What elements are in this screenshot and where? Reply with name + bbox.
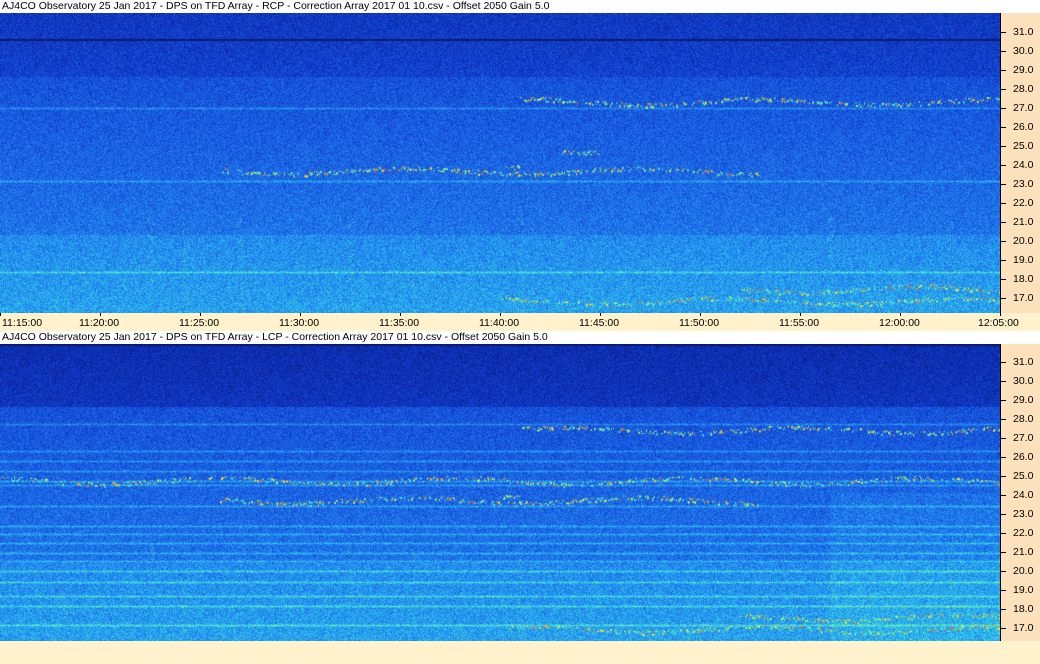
frequency-tick bbox=[1001, 609, 1006, 610]
frequency-tick bbox=[1001, 51, 1006, 52]
frequency-tick bbox=[1001, 438, 1006, 439]
frequency-tick bbox=[1001, 495, 1006, 496]
frequency-tick-label: 18.0 bbox=[1013, 603, 1034, 615]
frequency-tick bbox=[1001, 476, 1006, 477]
frequency-tick-label: 24.0 bbox=[1013, 159, 1034, 171]
frequency-tick-label: 31.0 bbox=[1013, 26, 1034, 38]
frequency-tick bbox=[1001, 279, 1006, 280]
frequency-tick bbox=[1001, 241, 1006, 242]
frequency-tick bbox=[1001, 108, 1006, 109]
frequency-tick-label: 17.0 bbox=[1013, 622, 1034, 634]
frequency-tick-label: 26.0 bbox=[1013, 121, 1034, 133]
frequency-tick-label: 29.0 bbox=[1013, 394, 1034, 406]
time-tick bbox=[800, 313, 801, 316]
rcp-spectrogram bbox=[0, 13, 1000, 313]
frequency-tick-label: 24.0 bbox=[1013, 489, 1034, 501]
frequency-tick-label: 27.0 bbox=[1013, 102, 1034, 114]
time-tick-label: 11:30:00 bbox=[279, 317, 320, 329]
time-axis: 11:15:00 11:20:00 11:25:00 11:30:00 11:35:00… bbox=[0, 313, 1040, 331]
frequency-tick-label: 25.0 bbox=[1013, 470, 1034, 482]
time-tick-label: 11:55:00 bbox=[779, 317, 820, 329]
frequency-tick-label: 27.0 bbox=[1013, 432, 1034, 444]
time-tick-label: 12:00:00 bbox=[879, 317, 920, 329]
frequency-tick-label: 26.0 bbox=[1013, 451, 1034, 463]
frequency-tick-label: 18.0 bbox=[1013, 273, 1034, 285]
frequency-tick-label: 25.0 bbox=[1013, 140, 1034, 152]
time-tick-label: 11:25:00 bbox=[179, 317, 220, 329]
time-tick bbox=[100, 313, 101, 316]
frequency-tick bbox=[1001, 457, 1006, 458]
frequency-tick bbox=[1001, 32, 1006, 33]
frequency-tick-label: 23.0 bbox=[1013, 508, 1034, 520]
frequency-tick bbox=[1001, 222, 1006, 223]
lcp-panel: AJ4CO Observatory 25 Jan 2017 - DPS on T… bbox=[0, 331, 1040, 641]
rcp-frequency-axis: 31.0 30.0 29.0 28.0 27.0 26.0 25.0 24.0 23.0 22.0… bbox=[1000, 13, 1040, 313]
frequency-tick bbox=[1001, 184, 1006, 185]
frequency-tick-label: 29.0 bbox=[1013, 64, 1034, 76]
frequency-tick bbox=[1001, 203, 1006, 204]
lcp-frequency-axis: 31.0 30.0 29.0 28.0 27.0 26.0 25.0 24.0 23.0 22.0… bbox=[1000, 344, 1040, 641]
time-tick-label: 12:05:00 bbox=[978, 317, 1019, 329]
frequency-tick bbox=[1001, 533, 1006, 534]
frequency-tick bbox=[1001, 89, 1006, 90]
frequency-tick bbox=[1001, 381, 1006, 382]
frequency-tick-label: 20.0 bbox=[1013, 235, 1034, 247]
time-tick bbox=[600, 313, 601, 316]
frequency-tick bbox=[1001, 628, 1006, 629]
time-tick bbox=[0, 313, 1, 316]
frequency-tick-label: 28.0 bbox=[1013, 413, 1034, 425]
time-tick-label: 11:50:00 bbox=[679, 317, 720, 329]
frequency-tick-label: 23.0 bbox=[1013, 178, 1034, 190]
time-tick bbox=[200, 313, 201, 316]
frequency-tick-label: 31.0 bbox=[1013, 356, 1034, 368]
frequency-tick bbox=[1001, 419, 1006, 420]
frequency-tick bbox=[1001, 590, 1006, 591]
frequency-tick bbox=[1001, 127, 1006, 128]
frequency-tick-label: 22.0 bbox=[1013, 197, 1034, 209]
time-tick-label: 11:15:00 bbox=[2, 317, 43, 329]
time-tick-label: 11:20:00 bbox=[79, 317, 120, 329]
frequency-tick bbox=[1001, 514, 1006, 515]
time-tick bbox=[700, 313, 701, 316]
lcp-spectrogram bbox=[0, 344, 1000, 641]
time-tick bbox=[300, 313, 301, 316]
bottom-axis-strip bbox=[0, 641, 1040, 664]
lcp-panel-title: AJ4CO Observatory 25 Jan 2017 - DPS on T… bbox=[0, 331, 1040, 344]
frequency-tick bbox=[1001, 362, 1006, 363]
frequency-tick-label: 19.0 bbox=[1013, 584, 1034, 596]
frequency-tick-label: 30.0 bbox=[1013, 45, 1034, 57]
frequency-tick-label: 21.0 bbox=[1013, 216, 1034, 228]
time-tick bbox=[400, 313, 401, 316]
time-tick-label: 11:45:00 bbox=[579, 317, 620, 329]
frequency-tick-label: 17.0 bbox=[1013, 292, 1034, 304]
frequency-tick-label: 21.0 bbox=[1013, 546, 1034, 558]
time-tick bbox=[900, 313, 901, 316]
frequency-tick-label: 22.0 bbox=[1013, 527, 1034, 539]
frequency-tick-label: 20.0 bbox=[1013, 565, 1034, 577]
frequency-tick-label: 30.0 bbox=[1013, 375, 1034, 387]
frequency-tick bbox=[1001, 165, 1006, 166]
frequency-tick-label: 19.0 bbox=[1013, 254, 1034, 266]
frequency-tick bbox=[1001, 552, 1006, 553]
frequency-tick bbox=[1001, 260, 1006, 261]
time-tick-label: 11:40:00 bbox=[479, 317, 520, 329]
time-tick bbox=[500, 313, 501, 316]
lcp-spectrogram-canvas bbox=[0, 344, 1000, 641]
rcp-panel-title: AJ4CO Observatory 25 Jan 2017 - DPS on T… bbox=[0, 0, 1040, 13]
frequency-tick bbox=[1001, 571, 1006, 572]
frequency-tick bbox=[1001, 298, 1006, 299]
frequency-tick bbox=[1001, 70, 1006, 71]
frequency-tick bbox=[1001, 146, 1006, 147]
frequency-tick bbox=[1001, 400, 1006, 401]
time-tick bbox=[1000, 313, 1001, 316]
frequency-tick-label: 28.0 bbox=[1013, 83, 1034, 95]
rcp-panel: AJ4CO Observatory 25 Jan 2017 - DPS on T… bbox=[0, 0, 1040, 331]
time-tick-label: 11:35:00 bbox=[379, 317, 420, 329]
rcp-spectrogram-canvas bbox=[0, 13, 1000, 313]
